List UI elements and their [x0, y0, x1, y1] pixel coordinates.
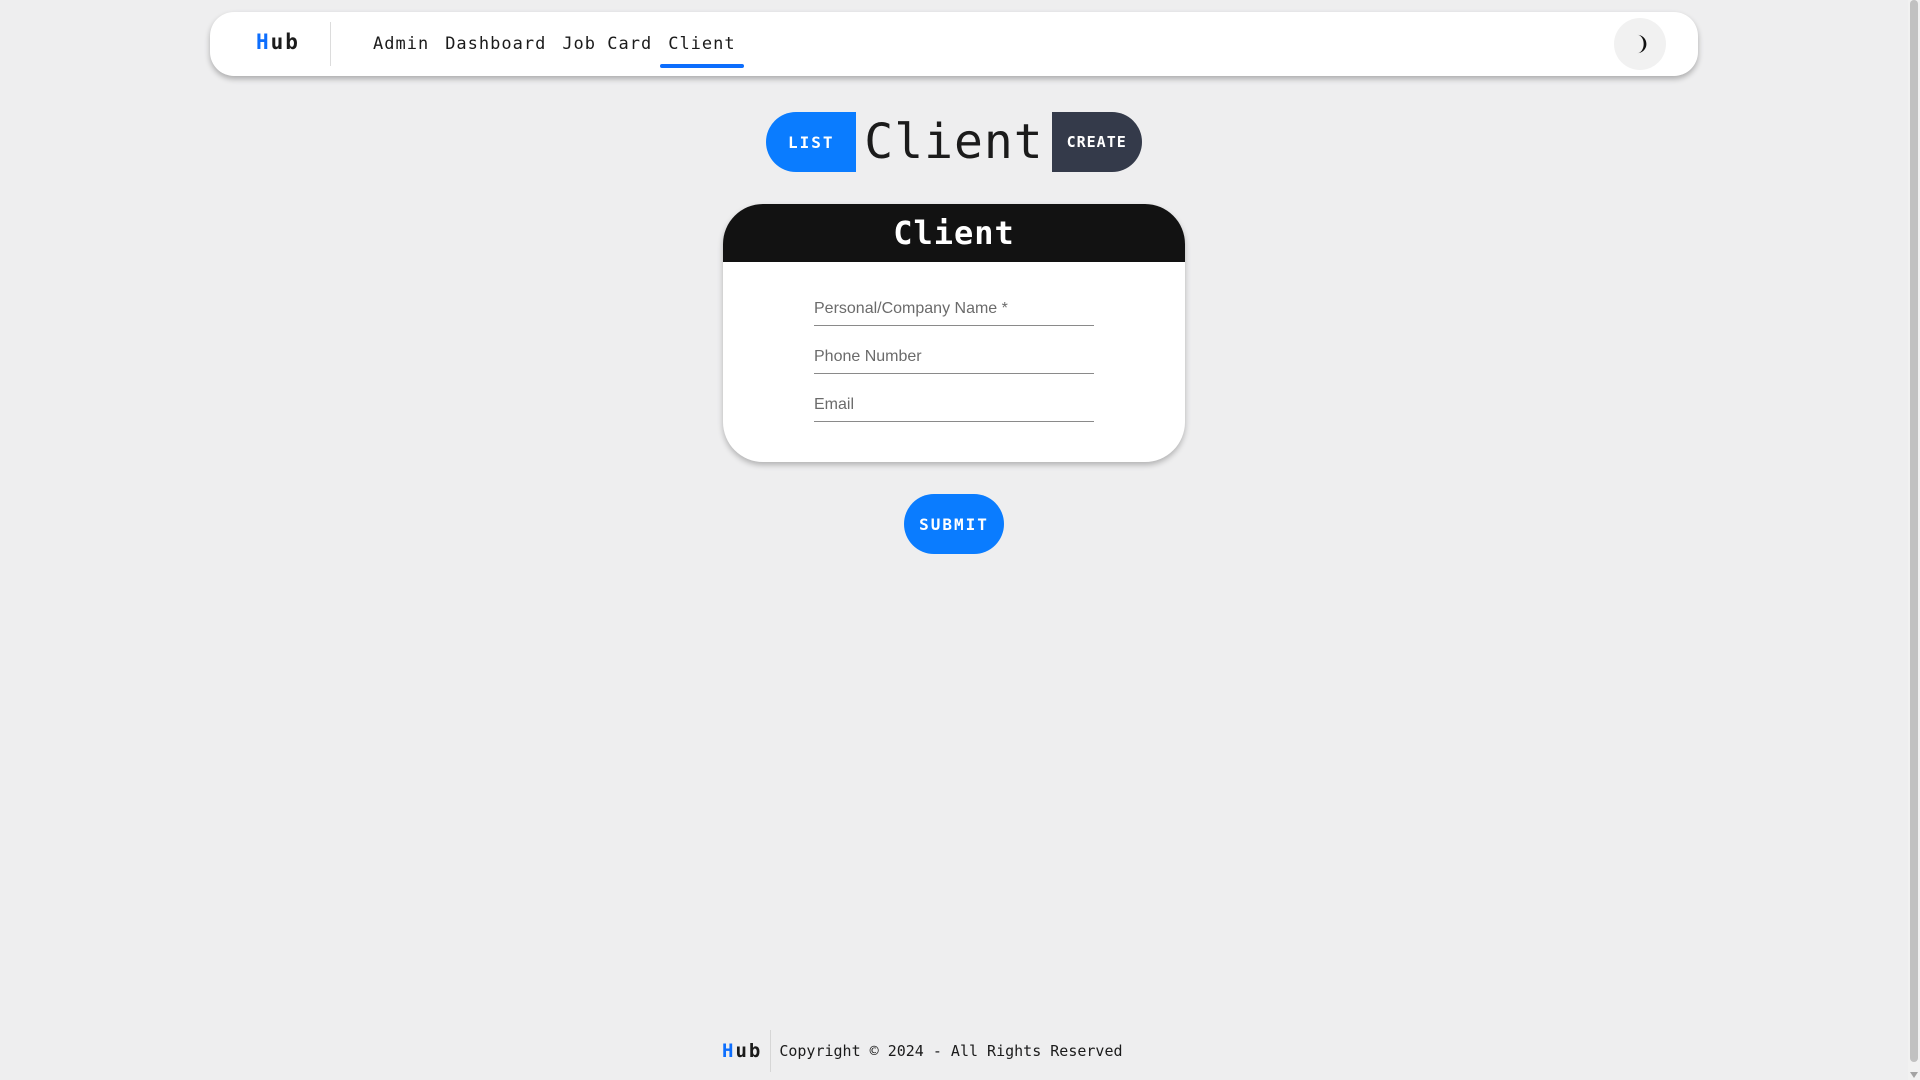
footer-brand-letter-h: H [722, 1040, 736, 1062]
company-name-input[interactable] [814, 292, 1094, 325]
nav-link-job-card[interactable]: Job Card [554, 12, 660, 76]
nav-link-admin[interactable]: Admin [365, 12, 437, 76]
phone-number-input[interactable] [814, 340, 1094, 373]
copyright-text: Copyright © 2024 - All Rights Reserved [779, 1042, 1123, 1060]
submit-button[interactable]: SUBMIT [904, 494, 1004, 554]
nav-link-dashboard[interactable]: Dashboard [437, 12, 554, 76]
nav-link-client[interactable]: Client [660, 12, 745, 76]
scroll-down-arrow-icon[interactable] [1910, 1072, 1918, 1078]
moon-icon [1637, 34, 1647, 54]
footer-brand: Hub [722, 1040, 770, 1062]
phone-number-field [814, 340, 1094, 374]
page-heading-row: LIST Client CREATE [0, 112, 1908, 172]
page-title: Client [864, 114, 1044, 170]
brand-logo[interactable]: Hub [256, 30, 300, 54]
create-button[interactable]: CREATE [1051, 112, 1142, 172]
brand-letter-h: H [256, 30, 271, 54]
brand-rest: ub [270, 30, 300, 54]
nav-links: Admin Dashboard Job Card Client [365, 12, 745, 76]
theme-toggle-button[interactable] [1614, 18, 1666, 70]
email-field [814, 388, 1094, 422]
vertical-scrollbar[interactable] [1908, 0, 1920, 1080]
footer-brand-rest: ub [735, 1040, 763, 1062]
card-header: Client [723, 204, 1185, 262]
company-name-field [814, 292, 1094, 326]
top-navbar: Hub Admin Dashboard Job Card Client [210, 12, 1698, 76]
nav-divider [330, 22, 331, 66]
footer-divider [770, 1030, 772, 1072]
footer: Hub Copyright © 2024 - All Rights Reserv… [722, 1030, 1123, 1072]
email-input[interactable] [814, 388, 1094, 421]
scrollbar-thumb[interactable] [1910, 0, 1918, 1062]
client-form-card: Client [723, 204, 1185, 462]
list-button[interactable]: LIST [766, 112, 857, 172]
